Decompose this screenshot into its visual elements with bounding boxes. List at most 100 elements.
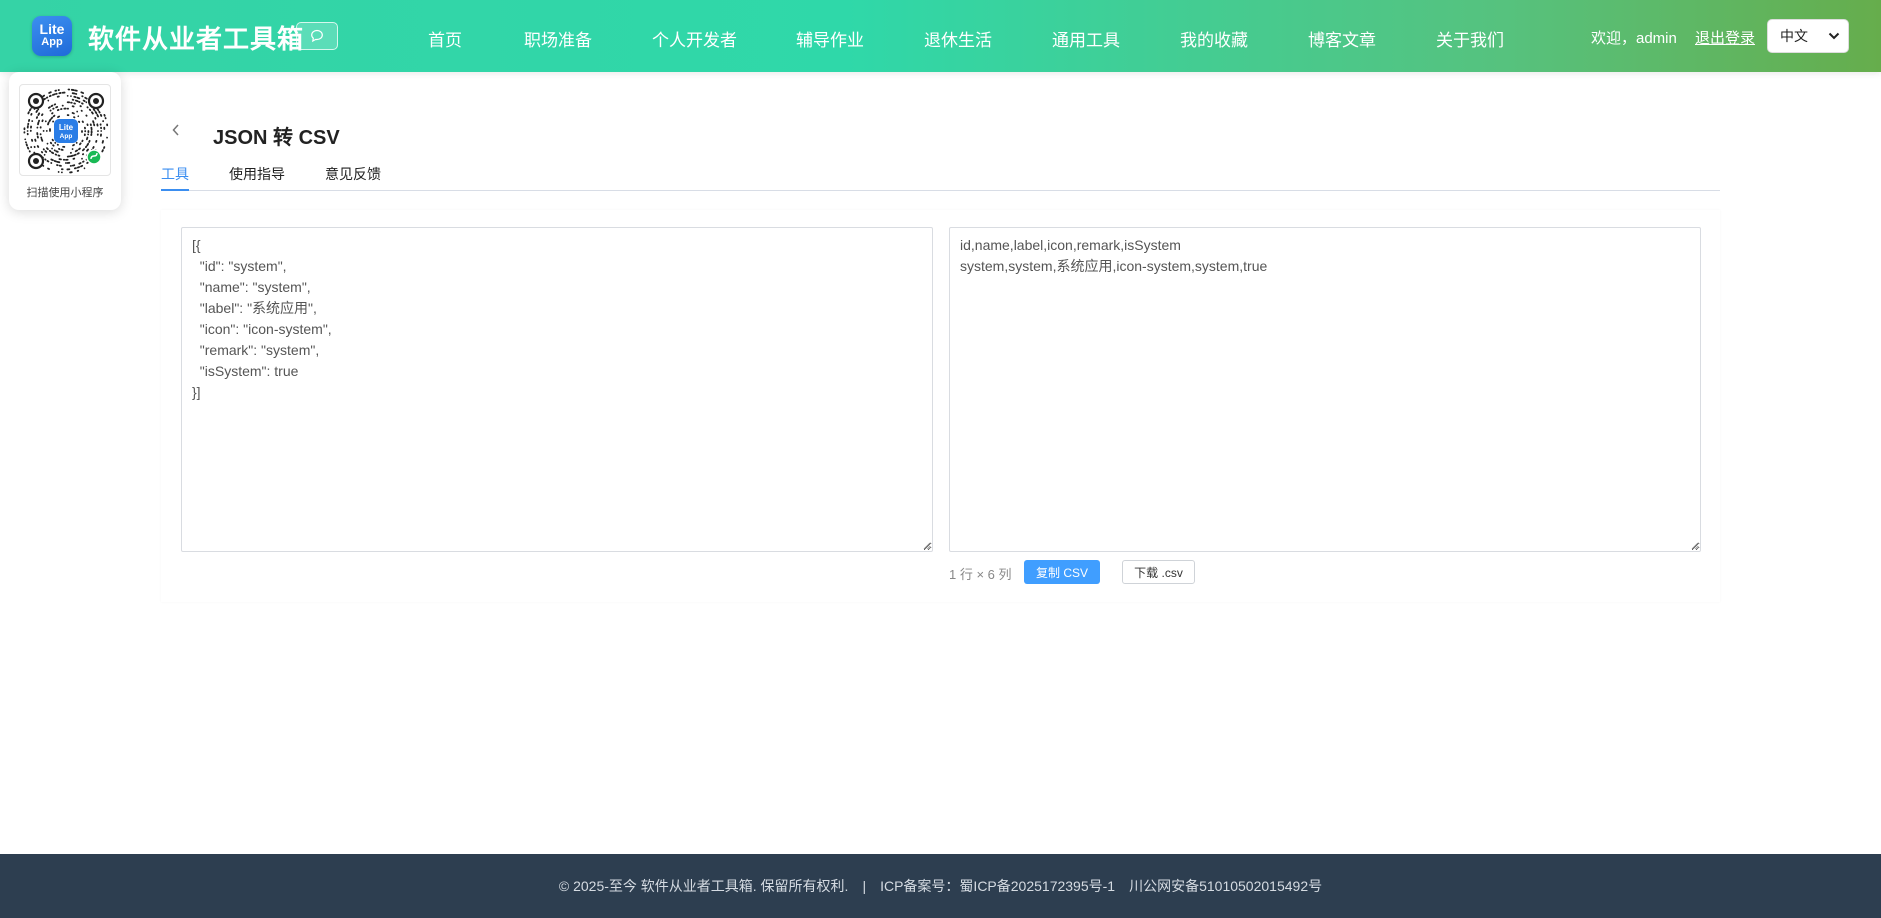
qr-dot: [30, 138, 34, 142]
nav-indie-developer[interactable]: 个人开发者: [652, 26, 737, 51]
qr-dot: [76, 152, 80, 155]
qr-dot: [34, 138, 37, 142]
footer-police[interactable]: 川公网安备51010502015492号: [1129, 876, 1322, 896]
qr-dot: [88, 139, 91, 143]
footer: © 2025-至今 软件从业者工具箱. 保留所有权利. | ICP备案号：蜀IC…: [0, 854, 1881, 918]
csv-output-text: id,name,label,icon,remark,isSystem syste…: [960, 237, 1268, 274]
nav-homework-help[interactable]: 辅导作业: [796, 26, 864, 51]
qr-dot: [87, 133, 90, 136]
tab-feedback[interactable]: 意见反馈: [325, 164, 381, 184]
page-title: JSON 转 CSV: [213, 127, 340, 149]
resize-grip-icon[interactable]: [922, 541, 931, 550]
copy-csv-button[interactable]: 复制 CSV: [1024, 560, 1100, 584]
qr-dot: [57, 154, 61, 157]
qr-dot: [100, 133, 102, 137]
qr-dot: [60, 168, 64, 171]
qr-dot: [56, 95, 60, 98]
qr-dot: [76, 110, 79, 113]
qr-dot: [39, 133, 42, 136]
tab-tool[interactable]: 工具: [161, 164, 189, 184]
qr-dot: [70, 101, 73, 104]
qr-dot: [42, 129, 45, 132]
qr-dot: [52, 144, 55, 147]
back-button[interactable]: [168, 120, 184, 140]
qr-dot: [71, 105, 75, 108]
qr-dot: [77, 115, 80, 118]
qr-dot: [55, 92, 58, 95]
qr-dot: [99, 113, 103, 117]
qr-dot: [74, 99, 79, 103]
qr-dot: [26, 130, 29, 132]
active-tab-indicator: [161, 189, 189, 191]
qr-dot: [37, 112, 41, 116]
download-csv-button[interactable]: 下载 .csv: [1122, 560, 1195, 584]
qr-dot: [86, 123, 89, 127]
mini-program-qr-card[interactable]: Lite App 扫描使用小程序: [9, 72, 121, 210]
qr-dot: [106, 136, 108, 139]
qr-dot: [92, 146, 95, 149]
qr-dot: [54, 153, 58, 156]
qr-dot: [41, 119, 44, 123]
logout-link[interactable]: 退出登录: [1695, 27, 1755, 48]
qr-dot: [84, 96, 88, 100]
tab-guide[interactable]: 使用指导: [229, 164, 285, 184]
resize-grip-icon[interactable]: [1690, 541, 1699, 550]
language-select[interactable]: 中文: [1767, 19, 1849, 53]
qr-dot: [36, 135, 39, 139]
nav-general-tools[interactable]: 通用工具: [1052, 26, 1120, 51]
qr-dot: [51, 93, 56, 96]
qr-dot: [47, 99, 50, 102]
logo-text-bottom: App: [41, 36, 63, 48]
nav-about[interactable]: 关于我们: [1436, 26, 1504, 51]
qr-dot: [69, 151, 72, 154]
qr-dot: [102, 120, 105, 123]
qr-dot: [71, 112, 75, 115]
json-input-textarea[interactable]: [{ "id": "system", "name": "system", "la…: [181, 227, 933, 552]
qr-dot: [73, 153, 77, 157]
qr-finder-dot: [33, 158, 39, 164]
qr-dot: [81, 148, 86, 152]
qr-dot: [31, 120, 34, 122]
qr-dot: [39, 126, 42, 129]
qr-dot: [46, 147, 49, 151]
chevron-down-icon: [1828, 32, 1840, 40]
chat-button[interactable]: [296, 22, 338, 50]
qr-dot: [62, 158, 66, 161]
csv-output-textarea[interactable]: id,name,label,icon,remark,isSystem syste…: [949, 227, 1701, 552]
nav-home[interactable]: 首页: [428, 26, 462, 51]
top-header: Lite App 软件从业者工具箱 首页 职场准备 个人开发者 辅导作业 退休生…: [0, 0, 1881, 72]
mini-program-link-icon: [86, 149, 102, 165]
chevron-left-icon: [172, 124, 179, 136]
qr-dot: [82, 160, 85, 163]
qr-dot: [23, 127, 26, 131]
qr-dot: [61, 104, 64, 107]
nav-favorites[interactable]: 我的收藏: [1180, 26, 1248, 51]
qr-dot: [66, 101, 71, 104]
qr-dot: [54, 89, 57, 92]
qr-dot: [25, 141, 27, 144]
nav-blog[interactable]: 博客文章: [1308, 26, 1376, 51]
qr-dot: [92, 120, 95, 124]
qr-dot: [79, 142, 82, 146]
logo[interactable]: Lite App: [32, 16, 72, 56]
qr-dot: [41, 113, 44, 117]
qr-dot: [78, 147, 81, 151]
qr-dot: [57, 171, 60, 173]
site-title[interactable]: 软件从业者工具箱: [88, 19, 304, 56]
tabs-divider: [161, 190, 1720, 191]
qr-dot: [103, 146, 106, 149]
qr-dot: [28, 119, 31, 122]
footer-icp[interactable]: ICP备案号：蜀ICP备2025172395号-1: [880, 876, 1115, 896]
nav-career-prep[interactable]: 职场准备: [524, 26, 592, 51]
nav-retirement[interactable]: 退休生活: [924, 26, 992, 51]
qr-dot: [84, 130, 87, 133]
qr-dot: [53, 103, 57, 106]
qr-dot: [80, 91, 85, 94]
qr-dot: [60, 171, 63, 174]
qr-dot: [61, 91, 66, 94]
qr-dot: [89, 123, 92, 127]
qr-dot: [67, 88, 71, 91]
qr-dot: [106, 123, 109, 127]
qr-dot: [76, 166, 81, 169]
qr-dot: [90, 111, 94, 115]
